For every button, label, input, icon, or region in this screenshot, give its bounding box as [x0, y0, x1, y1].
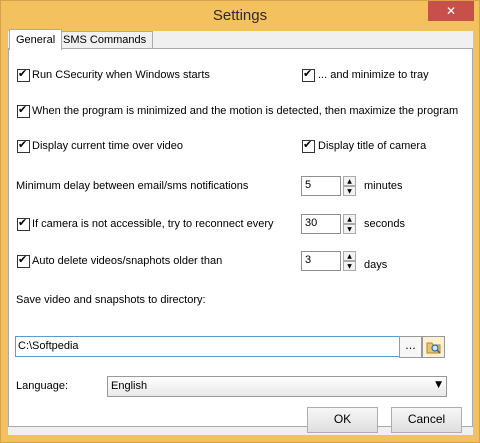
ok-button[interactable]: OK — [307, 407, 378, 433]
check-icon: ✔ — [18, 138, 28, 151]
auto-delete-stepper[interactable]: ▲ ▼ — [343, 251, 356, 271]
settings-window: Settings ✕ General SMS Commands ✔ Run CS… — [0, 0, 480, 443]
close-icon: ✕ — [445, 4, 457, 18]
reconnect-label: If camera is not accessible, try to reco… — [32, 218, 274, 230]
min-delay-unit: minutes — [364, 180, 403, 192]
min-delay-input[interactable]: 5 — [301, 176, 341, 196]
window-title: Settings — [212, 7, 268, 24]
check-icon: ✔ — [303, 138, 313, 151]
spin-up-icon[interactable]: ▲ — [343, 214, 356, 224]
display-title-label: Display title of camera — [318, 140, 427, 152]
language-label: Language: — [16, 380, 68, 392]
tab-sms-commands[interactable]: SMS Commands — [56, 31, 154, 49]
spin-up-icon[interactable]: ▲ — [343, 251, 356, 261]
spin-down-icon[interactable]: ▼ — [343, 186, 356, 196]
chevron-down-icon: ▼ — [435, 380, 442, 390]
save-dir-input[interactable]: C:\Softpedia — [15, 336, 403, 357]
minimize-to-tray-label: ... and minimize to tray — [318, 69, 429, 81]
auto-delete-label: Auto delete videos/snaphots older than — [32, 255, 223, 267]
reconnect-checkbox[interactable]: ✔ — [17, 216, 30, 231]
display-time-label: Display current time over video — [32, 140, 184, 152]
dialog-client: General SMS Commands ✔ Run CSecurity whe… — [8, 29, 473, 435]
display-time-checkbox[interactable]: ✔ — [17, 138, 30, 153]
reconnect-value: 30 — [305, 217, 318, 229]
language-value: English — [111, 380, 148, 392]
open-folder-button[interactable] — [422, 336, 445, 358]
min-delay-label: Minimum delay between email/sms notifica… — [16, 180, 249, 192]
auto-delete-value: 3 — [305, 254, 312, 266]
language-select[interactable]: English ▼ — [107, 376, 447, 397]
spin-down-icon[interactable]: ▼ — [343, 224, 356, 234]
minimize-to-tray-checkbox[interactable]: ✔ — [302, 67, 315, 82]
auto-delete-unit: days — [364, 259, 388, 271]
min-delay-stepper[interactable]: ▲ ▼ — [343, 176, 356, 196]
close-button[interactable]: ✕ — [428, 1, 474, 21]
run-on-start-label: Run CSecurity when Windows starts — [32, 69, 210, 81]
save-dir-value: C:\Softpedia — [18, 340, 79, 352]
browse-button[interactable]: ... — [399, 336, 422, 358]
maximize-on-motion-checkbox[interactable]: ✔ — [17, 103, 30, 118]
reconnect-stepper[interactable]: ▲ ▼ — [343, 214, 356, 234]
spin-down-icon[interactable]: ▼ — [343, 261, 356, 271]
cancel-button[interactable]: Cancel — [391, 407, 462, 433]
tab-general[interactable]: General — [9, 29, 63, 50]
check-icon: ✔ — [18, 103, 28, 116]
check-icon: ✔ — [18, 216, 28, 229]
min-delay-value: 5 — [305, 179, 312, 191]
display-title-checkbox[interactable]: ✔ — [302, 138, 315, 153]
reconnect-input[interactable]: 30 — [301, 214, 341, 234]
check-icon: ✔ — [18, 67, 28, 80]
title-bar[interactable]: Settings ✕ — [1, 1, 479, 31]
folder-search-icon — [426, 342, 441, 354]
maximize-on-motion-label: When the program is minimized and the mo… — [32, 105, 459, 117]
reconnect-unit: seconds — [364, 218, 405, 230]
run-on-start-checkbox[interactable]: ✔ — [17, 67, 30, 82]
check-icon: ✔ — [303, 67, 313, 80]
general-panel: ✔ Run CSecurity when Windows starts ✔ ..… — [8, 48, 473, 427]
save-dir-label: Save video and snapshots to directory: — [16, 294, 206, 306]
spin-up-icon[interactable]: ▲ — [343, 176, 356, 186]
check-icon: ✔ — [18, 253, 28, 266]
auto-delete-checkbox[interactable]: ✔ — [17, 253, 30, 268]
auto-delete-input[interactable]: 3 — [301, 251, 341, 271]
